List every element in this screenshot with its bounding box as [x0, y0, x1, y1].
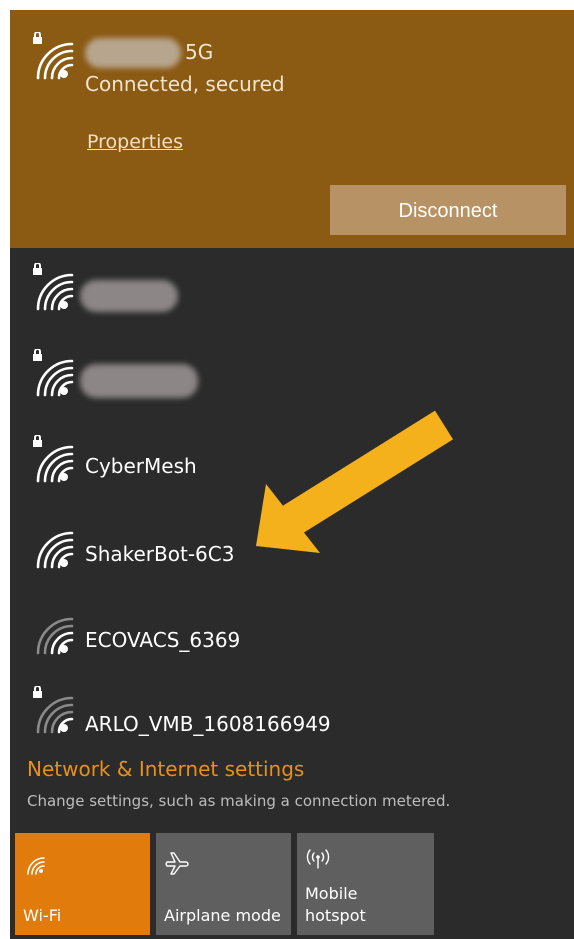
annotation-arrow-icon: [256, 410, 454, 553]
